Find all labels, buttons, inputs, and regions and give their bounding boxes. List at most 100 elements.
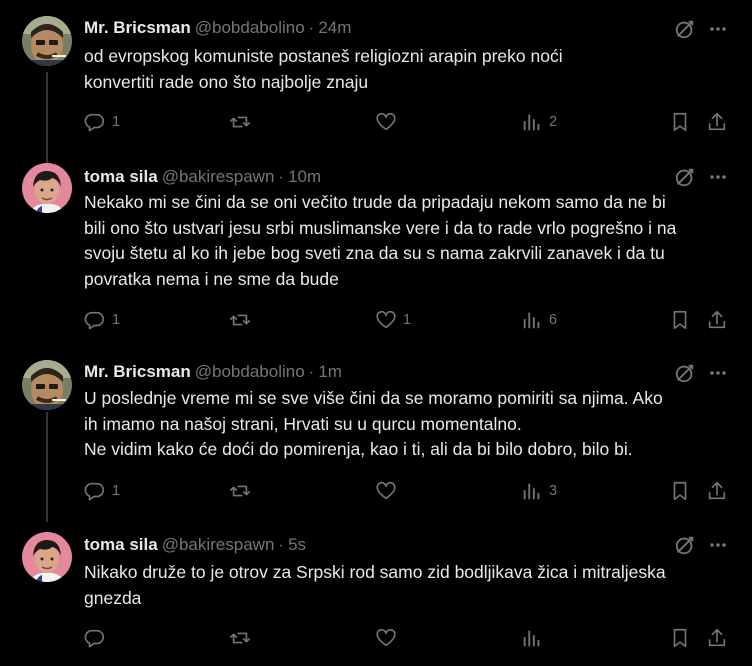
timestamp[interactable]: 1m — [318, 362, 342, 381]
reply-count: 1 — [112, 114, 121, 130]
timestamp[interactable]: 5s — [288, 535, 306, 554]
like-button[interactable] — [375, 626, 403, 650]
grok-icon[interactable] — [674, 362, 696, 384]
reply-button[interactable]: 1 — [84, 308, 120, 332]
tweet-text-line: svoju štetu al ko ih jebe bog sveti zna … — [84, 243, 665, 263]
tweet-header: Mr. Bricsman @bobdabolino · 24m — [84, 18, 351, 38]
reply-icon — [84, 113, 105, 132]
avatar[interactable] — [22, 360, 72, 410]
reply-button[interactable] — [84, 626, 112, 650]
repost-icon — [230, 632, 250, 644]
tweet-text-line: U poslednje vreme mi se sve više čini da… — [84, 388, 663, 408]
reply-count: 1 — [112, 483, 121, 499]
bookmark-button[interactable] — [669, 626, 691, 650]
avatar[interactable] — [22, 16, 72, 66]
user-handle[interactable]: @bakirespawn — [162, 535, 275, 554]
like-button[interactable] — [375, 110, 403, 134]
bookmark-button[interactable] — [669, 308, 691, 332]
action-bar — [84, 626, 744, 650]
views-count: 2 — [549, 114, 558, 130]
share-icon — [708, 481, 726, 500]
views-button[interactable]: 2 — [521, 110, 557, 134]
views-button[interactable] — [521, 626, 549, 650]
grok-icon[interactable] — [674, 18, 696, 40]
tweet-text: Nikako druže to je otrov za Srpski rod s… — [84, 560, 734, 611]
more-icon[interactable] — [708, 19, 728, 39]
bookmark-button[interactable] — [669, 479, 691, 503]
like-icon — [376, 310, 396, 329]
timestamp[interactable]: 24m — [318, 18, 351, 37]
more-icon[interactable] — [708, 363, 728, 383]
conversation-thread: Mr. Bricsman @bobdabolino · 24m od evropsko… — [0, 0, 752, 666]
display-name[interactable]: Mr. Bricsman — [84, 362, 191, 381]
tweet-text-line: konvertiti rade ono što najbolje znaju — [84, 71, 369, 92]
user-handle[interactable]: @bobdabolino — [195, 18, 305, 37]
views-icon — [523, 483, 540, 500]
tweet[interactable]: toma sila @bakirespawn · 5s Nikako druže to… — [0, 522, 752, 666]
repost-icon — [230, 116, 250, 128]
tweet-text-line: bili ono što ustvari jesu srbi muslimans… — [84, 217, 677, 238]
reply-count: 1 — [112, 312, 121, 328]
bookmark-icon — [673, 310, 687, 330]
views-button[interactable]: 6 — [521, 308, 557, 332]
bookmark-button[interactable] — [669, 110, 691, 134]
tweet-header: toma sila @bakirespawn · 5s — [84, 535, 306, 555]
grok-icon[interactable] — [674, 166, 696, 188]
share-button[interactable] — [706, 110, 728, 134]
tweet-text: Nekako mi se čini da se oni večito trude… — [84, 190, 734, 292]
more-icon[interactable] — [708, 535, 728, 555]
tweet-text: U poslednje vreme mi se sve više čini da… — [84, 386, 734, 463]
tweet-text-line: od evropskog komuniste postaneš religioz… — [84, 46, 563, 66]
tweet-text-line: Nekako mi se čini da se oni večito trude… — [84, 192, 666, 212]
share-icon — [708, 628, 726, 647]
views-count: 6 — [549, 312, 558, 328]
tweet[interactable]: Mr. Bricsman @bobdabolino · 24m od evropsko… — [0, 0, 752, 168]
tweet-text: od evropskog komuniste postaneš religioz… — [84, 44, 734, 95]
action-bar: 1 2 — [84, 110, 744, 134]
avatar[interactable] — [22, 163, 72, 213]
tweet-header: Mr. Bricsman @bobdabolino · 1m — [84, 362, 342, 382]
bookmark-icon — [673, 628, 687, 648]
tweet-text-line: Nikako druže to je otrov za Srpski rod s… — [84, 562, 666, 582]
bookmark-icon — [673, 481, 687, 501]
views-count: 3 — [549, 483, 558, 499]
reply-icon — [84, 482, 105, 501]
separator-dot: · — [308, 362, 315, 381]
tweet[interactable]: toma sila @bakirespawn · 10m Nekako mi se č… — [0, 150, 752, 350]
display-name[interactable]: toma sila — [84, 535, 158, 554]
separator-dot: · — [278, 535, 285, 554]
display-name[interactable]: toma sila — [84, 167, 158, 186]
tweet[interactable]: Mr. Bricsman @bobdabolino · 1m U poslednje … — [0, 350, 752, 522]
share-button[interactable] — [706, 308, 728, 332]
repost-button[interactable] — [229, 308, 257, 332]
repost-icon — [230, 314, 250, 326]
reply-button[interactable]: 1 — [84, 110, 120, 134]
grok-icon[interactable] — [674, 534, 696, 556]
display-name[interactable]: Mr. Bricsman — [84, 18, 191, 37]
timestamp[interactable]: 10m — [288, 167, 321, 186]
like-icon — [376, 112, 396, 131]
share-icon — [708, 112, 726, 131]
repost-button[interactable] — [229, 110, 257, 134]
share-icon — [708, 310, 726, 329]
repost-button[interactable] — [229, 626, 257, 650]
views-icon — [523, 312, 540, 329]
views-button[interactable]: 3 — [521, 479, 557, 503]
views-icon — [523, 114, 540, 131]
share-button[interactable] — [706, 626, 728, 650]
avatar[interactable] — [22, 532, 72, 582]
repost-button[interactable] — [229, 479, 257, 503]
reply-button[interactable]: 1 — [84, 479, 120, 503]
like-button[interactable]: 1 — [375, 308, 411, 332]
more-icon[interactable] — [708, 167, 728, 187]
tweet-text-line: povratka nema i ne sme da bude — [84, 268, 339, 289]
user-handle[interactable]: @bobdabolino — [195, 362, 305, 381]
user-handle[interactable]: @bakirespawn — [162, 167, 275, 186]
action-bar: 1 3 — [84, 479, 744, 503]
bookmark-icon — [673, 112, 687, 132]
reply-icon — [84, 629, 105, 648]
thread-line — [46, 412, 48, 522]
share-button[interactable] — [706, 479, 728, 503]
like-button[interactable] — [375, 479, 403, 503]
reply-icon — [84, 311, 105, 330]
